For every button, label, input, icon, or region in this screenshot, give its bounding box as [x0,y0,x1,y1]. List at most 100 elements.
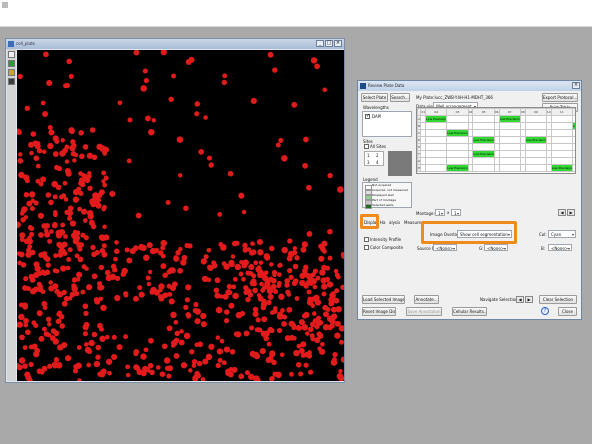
plate-well[interactable] [571,164,575,172]
site-3[interactable]: 3 [367,160,370,165]
plate-well[interactable] [446,136,469,144]
plate-column-header[interactable]: 07 [498,108,521,116]
tab-analysis[interactable]: alysis [389,220,400,225]
plate-well[interactable] [498,157,521,165]
plate-well[interactable] [498,143,521,151]
plate-well[interactable]: Low Precision [524,136,547,144]
plate-well[interactable] [550,157,573,165]
plate-column-header[interactable]: 06 [493,108,500,116]
plate-well[interactable] [524,157,547,165]
plate-well[interactable] [446,150,469,158]
plate-well[interactable] [550,122,573,130]
plate-well[interactable]: Low Precision [472,150,495,158]
plate-well[interactable] [472,164,495,172]
col-select[interactable]: Cyan [548,230,576,238]
plate-well[interactable] [472,143,495,151]
plate-well[interactable] [425,122,448,130]
all-sites-checkbox[interactable] [364,144,369,149]
plate-well[interactable] [550,115,573,123]
reset-image-displays-button[interactable]: Reset Image Displays [362,307,396,316]
g-select[interactable]: <None> [484,244,508,251]
load-selected-images-button[interactable]: Load Selected Images [362,295,405,304]
site-1[interactable]: 1 [367,153,370,158]
image-window-titlebar[interactable]: cell_plate _ □ × [6,39,344,49]
plate-well[interactable] [524,143,547,151]
measure-icon[interactable] [8,78,15,85]
plate-well[interactable] [571,143,575,151]
plate-well[interactable] [425,143,448,151]
plate-column-header[interactable]: 04 [467,108,474,116]
plate-well[interactable]: Low Precision [425,115,448,123]
plate-well[interactable] [550,136,573,144]
plate-well[interactable] [425,136,448,144]
plate-well[interactable] [571,150,575,158]
plate-well[interactable] [446,122,469,130]
navigate-prev-icon[interactable]: ◀ [516,296,524,303]
wavelengths-list[interactable]: DAPI [362,111,412,137]
close-icon[interactable]: × [334,40,342,47]
cellular-results-button[interactable]: Cellular Results... [452,307,487,316]
cell-image-canvas[interactable] [17,50,344,381]
plate-well[interactable] [550,143,573,151]
plate-well[interactable] [446,115,469,123]
search-button[interactable]: Search... [390,93,410,102]
plate-grid[interactable]: 010203040506070809101112ALow PrecisionLo… [416,107,576,174]
plate-well[interactable] [472,129,495,137]
color-composite-checkbox[interactable] [364,245,369,250]
plate-well[interactable] [472,115,495,123]
color-icon[interactable] [8,69,15,76]
site-2[interactable]: 2 [376,153,379,158]
plate-well[interactable] [524,129,547,137]
plate-well[interactable] [498,136,521,144]
plate-well[interactable] [425,157,448,165]
navigate-next-icon[interactable]: ▶ [525,296,533,303]
plate-well[interactable] [498,122,521,130]
site-4[interactable]: 4 [376,160,379,165]
plate-table[interactable]: 010203040506070809101112ALow PrecisionLo… [417,108,575,172]
maximize-icon[interactable]: □ [325,40,333,47]
plate-well[interactable] [498,164,521,172]
pan-icon[interactable] [8,60,15,67]
dialog-titlebar[interactable]: Review Plate Data × [358,81,581,91]
plate-well[interactable] [524,150,547,158]
plate-well[interactable] [498,150,521,158]
plate-well[interactable] [524,164,547,172]
plate-well[interactable] [498,129,521,137]
plate-column-header[interactable]: 05 [472,108,495,116]
sites-grid[interactable]: 1 2 3 4 [364,151,384,166]
intensity-profile-checkbox[interactable] [364,237,369,242]
plate-well[interactable] [446,143,469,151]
montage-x[interactable]: 1 [435,209,445,216]
plate-well[interactable] [524,115,547,123]
source-r-select[interactable]: <None> [433,244,457,251]
montage-y[interactable]: 1 [451,209,461,216]
plate-well[interactable] [571,136,575,144]
help-icon[interactable]: ? [541,307,549,315]
plate-well[interactable]: Low Precision [571,122,575,130]
plate-well[interactable]: Low Precision [446,129,469,137]
close-button[interactable]: Close [558,307,577,316]
next-arrow-icon[interactable]: ▶ [567,209,575,216]
plate-well[interactable]: Low Precision [498,115,521,123]
plate-well[interactable] [472,122,495,130]
plate-well[interactable] [446,157,469,165]
plate-well[interactable]: Low Precision [446,164,469,172]
plate-column-header[interactable]: 01 [420,108,427,116]
plate-well[interactable] [425,164,448,172]
plate-well[interactable]: Low Precision [472,136,495,144]
plate-column-header[interactable]: 02 [425,108,448,116]
plate-well[interactable] [472,157,495,165]
plate-column-header[interactable]: 03 [446,108,469,116]
prev-arrow-icon[interactable]: ◀ [558,209,566,216]
zoom-icon[interactable] [8,51,15,58]
plate-well[interactable] [425,129,448,137]
select-plate-button[interactable]: Select Plate [361,93,388,102]
plate-column-header[interactable]: 12 [571,108,575,116]
plate-well[interactable] [571,157,575,165]
plate-column-header[interactable]: 11 [550,108,573,116]
export-protocol-button[interactable]: Export Protocol... [542,93,578,102]
plate-well[interactable] [524,122,547,130]
annotate-button[interactable]: Annotate... [414,295,439,304]
plate-well[interactable] [571,129,575,137]
plate-column-header[interactable]: 09 [524,108,547,116]
